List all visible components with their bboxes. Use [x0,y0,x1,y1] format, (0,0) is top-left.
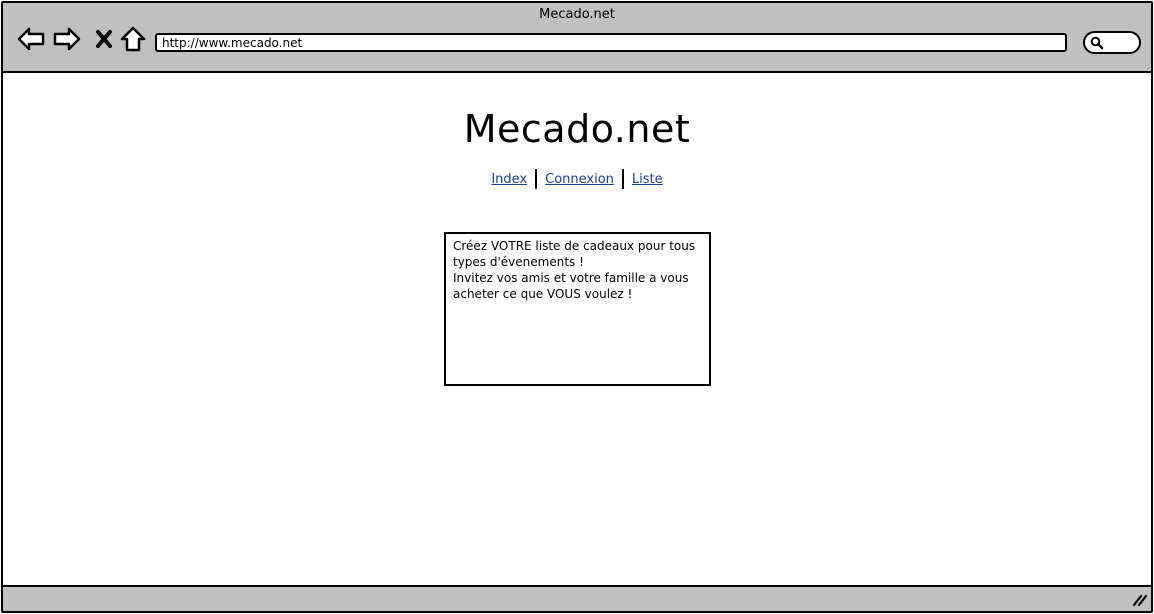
search-icon [1090,36,1104,50]
nav-link-index[interactable]: Index [483,172,535,187]
page-title: Mecado.net [463,107,691,151]
intro-text-box: Créez VOTRE liste de cadeaux pour tous t… [444,232,711,386]
browser-search-box[interactable] [1083,31,1141,54]
browser-statusbar [3,585,1151,611]
browser-window: Mecado.net http://www.mecado.net Mecado.… [1,1,1153,613]
intro-line-2: Invitez vos amis et votre famille a vous… [453,271,689,301]
stop-button[interactable] [89,25,119,53]
home-icon [120,26,146,52]
forward-arrow-icon [53,27,81,51]
nav-link-liste[interactable]: Liste [624,172,671,187]
site-navigation: Index Connexion Liste [3,169,1151,189]
resize-handle-icon[interactable] [1131,593,1147,607]
home-button[interactable] [118,25,148,53]
intro-line-1: Créez VOTRE liste de cadeaux pour tous t… [453,239,696,269]
forward-button[interactable] [52,25,82,53]
back-button[interactable] [16,25,46,53]
close-icon [96,30,112,48]
back-arrow-icon [17,27,45,51]
page-content: Mecado.net Index Connexion Liste Créez V… [3,75,1151,587]
window-title: Mecado.net [539,7,615,22]
address-bar-input[interactable] [155,33,1067,52]
nav-link-connexion[interactable]: Connexion [537,172,622,187]
browser-titlebar: Mecado.net [3,3,1151,73]
